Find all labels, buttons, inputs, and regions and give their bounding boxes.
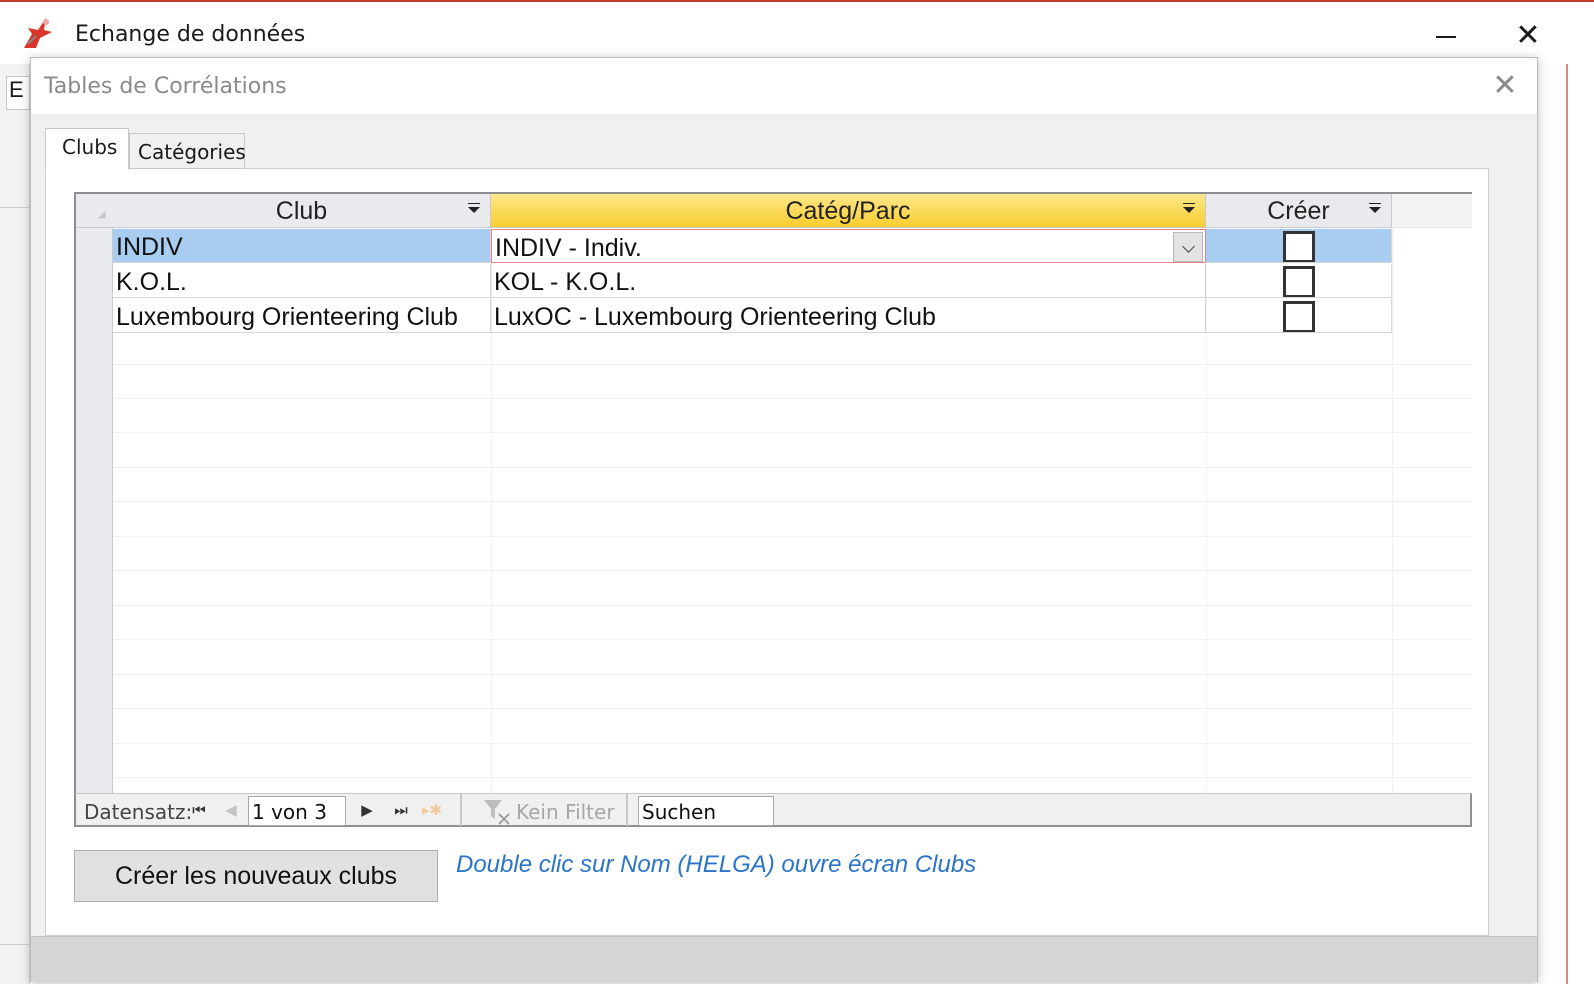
new-record-icon[interactable]: ▸✱ [421, 800, 443, 822]
creer-checkbox[interactable] [1283, 301, 1315, 332]
app-logo-icon [24, 18, 52, 48]
tab-clubs[interactable]: Clubs [45, 128, 129, 170]
cell-club[interactable]: K.O.L. [113, 264, 491, 298]
grid-line [76, 639, 1472, 640]
accent-border [1566, 64, 1568, 984]
cell-creer [1206, 264, 1392, 298]
datasheet: Club Catég/Parc Créer INDIV INDIV - Indi… [74, 192, 1472, 826]
outer-close-button[interactable]: ✕ [1510, 18, 1546, 54]
outer-menu-item[interactable]: E [6, 76, 30, 110]
grid-line [76, 674, 1472, 675]
grid-line [1392, 194, 1393, 826]
correlation-dialog: Tables de Corrélations ✕ Clubs Catégorie… [30, 57, 1538, 982]
chevron-down-icon[interactable] [1173, 232, 1203, 262]
creer-checkbox[interactable] [1283, 266, 1315, 297]
record-selector-column[interactable] [76, 194, 113, 826]
cell-categ[interactable]: LuxOC - Luxembourg Orienteering Club [491, 299, 1206, 333]
create-new-clubs-button[interactable]: Créer les nouveaux clubs [74, 850, 438, 902]
outer-left-panel: E [0, 64, 30, 984]
outer-titlebar: Echange de données ✕ [0, 4, 1594, 64]
grid-line [76, 467, 1472, 468]
cell-creer [1206, 229, 1392, 263]
cell-club[interactable]: INDIV [113, 229, 491, 263]
dialog-title: Tables de Corrélations [44, 74, 287, 99]
divider [0, 944, 30, 945]
dialog-footer [31, 936, 1537, 982]
cell-club[interactable]: Luxembourg Orienteering Club [113, 299, 491, 333]
dialog-close-button[interactable]: ✕ [1487, 68, 1523, 104]
column-header-label: Catég/Parc [785, 197, 911, 225]
divider [626, 794, 628, 826]
tab-panel-clubs: Club Catég/Parc Créer INDIV INDIV - Indi… [45, 168, 1489, 936]
cell-categ-value: INDIV - Indiv. [495, 234, 642, 262]
dialog-titlebar: Tables de Corrélations ✕ [31, 58, 1537, 114]
grid-line [76, 708, 1472, 709]
grid-line [76, 605, 1472, 606]
filter-dropdown-icon[interactable] [1369, 203, 1381, 213]
first-record-icon[interactable]: ⏮ [188, 800, 210, 822]
grid-line [76, 570, 1472, 571]
column-header-creer[interactable]: Créer [1206, 194, 1392, 228]
column-header-categ-parc[interactable]: Catég/Parc [491, 194, 1206, 228]
record-navigation-bar: Datensatz: ⏮ ◀ 1 von 3 ▶ ⏭ ▸✱ Kein Filte… [74, 793, 1472, 827]
current-record-field[interactable]: 1 von 3 [248, 796, 346, 826]
grid-line [76, 743, 1472, 744]
filter-dropdown-icon[interactable] [468, 203, 480, 213]
next-record-icon[interactable]: ▶ [356, 800, 378, 822]
minimize-button[interactable] [1428, 18, 1464, 54]
cell-creer [1206, 299, 1392, 333]
select-all-corner[interactable] [76, 194, 113, 228]
hint-text: Double clic sur Nom (HELGA) ouvre écran … [456, 851, 977, 878]
cell-categ[interactable]: KOL - K.O.L. [491, 264, 1206, 298]
divider [460, 794, 462, 826]
tab-categories[interactable]: Catégories [129, 133, 246, 169]
grid-line [76, 432, 1472, 433]
record-label: Datensatz: [84, 800, 193, 824]
cell-categ-combo[interactable]: INDIV - Indiv. [491, 229, 1206, 263]
previous-record-icon[interactable]: ◀ [220, 800, 242, 822]
grid-line [76, 364, 1472, 365]
outer-window-title: Echange de données [75, 22, 306, 47]
grid-line [76, 501, 1472, 502]
search-input[interactable]: Suchen [638, 796, 774, 826]
grid-line [76, 777, 1472, 778]
column-header-label: Club [275, 197, 328, 225]
filter-status[interactable]: Kein Filter [516, 800, 615, 824]
filter-cleared-icon[interactable] [482, 797, 512, 825]
last-record-icon[interactable]: ⏭ [390, 800, 412, 822]
divider [0, 207, 30, 208]
filter-dropdown-icon[interactable] [1183, 203, 1195, 213]
grid-line [76, 398, 1472, 399]
header-filler [1392, 194, 1472, 228]
column-header-club[interactable]: Club [113, 194, 491, 228]
creer-checkbox[interactable] [1283, 231, 1315, 262]
column-header-label: Créer [1267, 197, 1330, 225]
outer-right-panel [1538, 64, 1594, 984]
grid-line [76, 536, 1472, 537]
